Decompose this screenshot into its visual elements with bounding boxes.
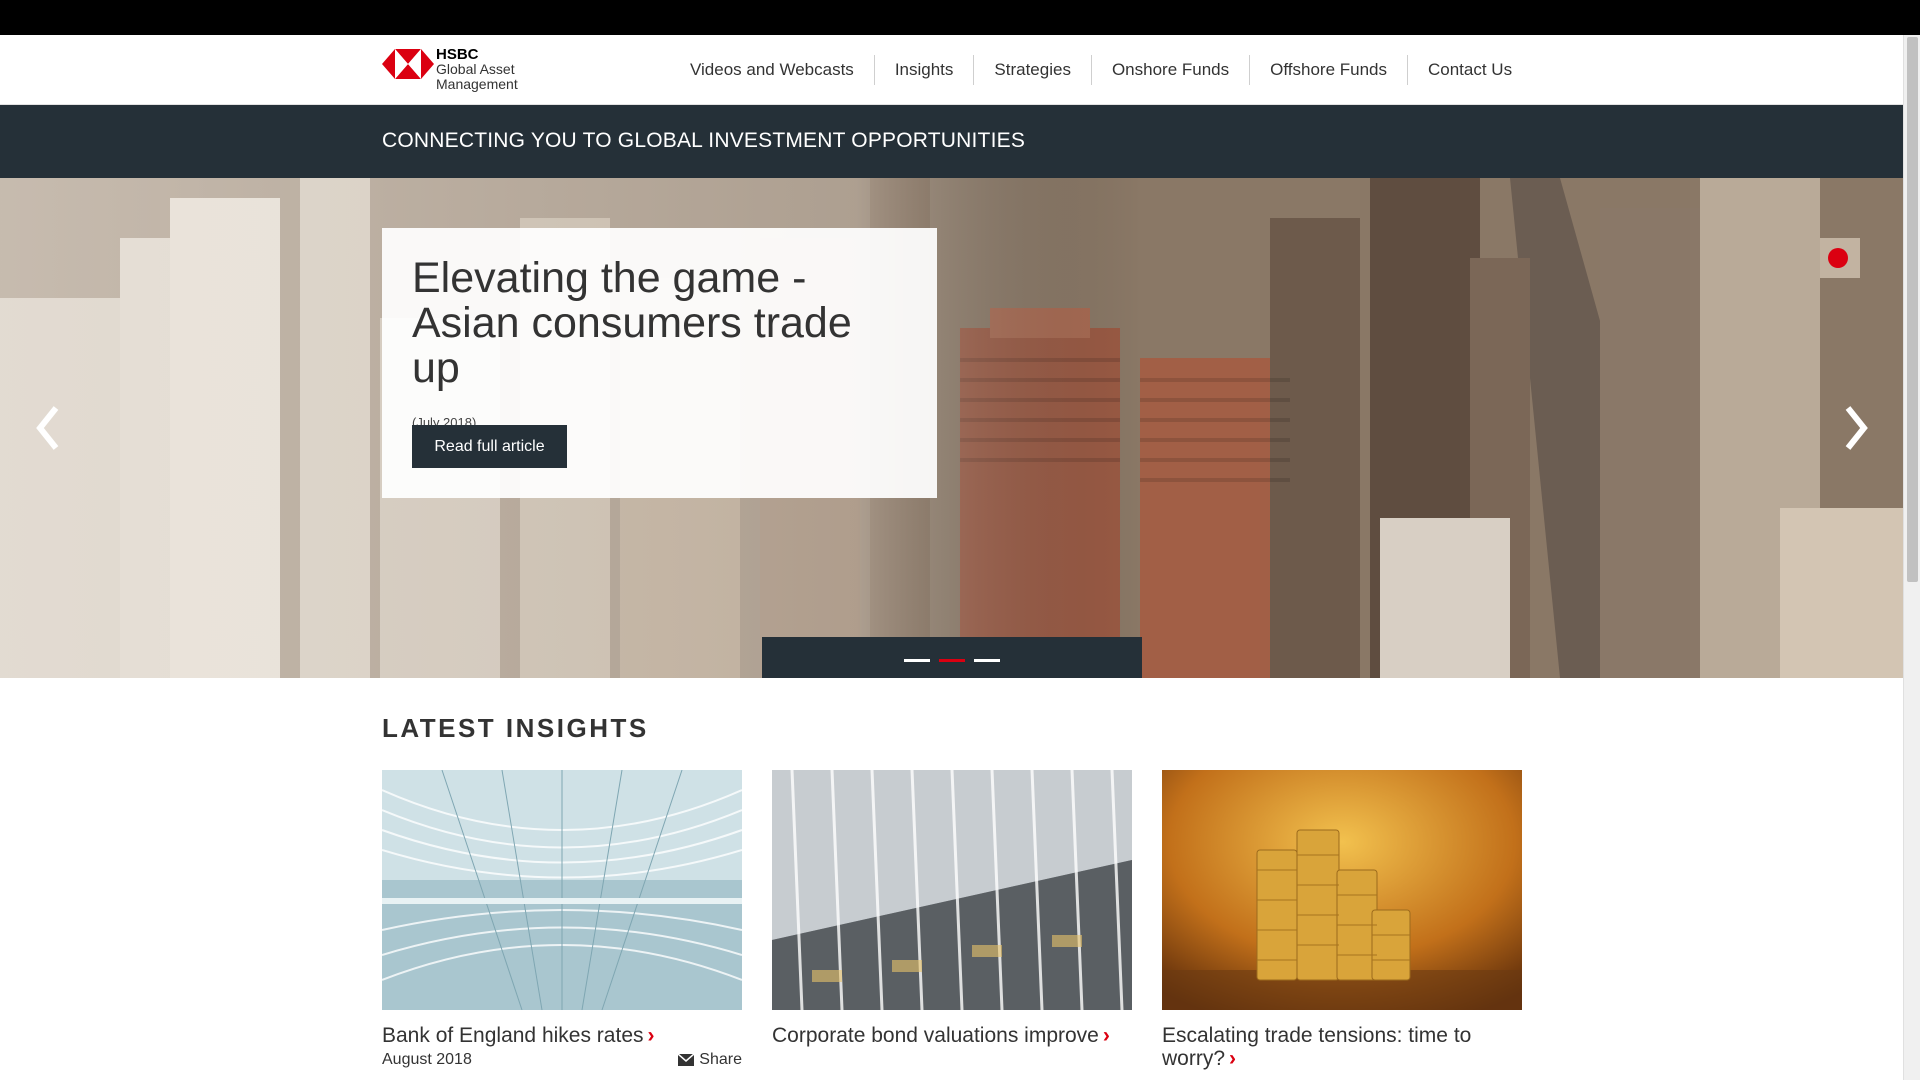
- hero-title: Elevating the game - Asian consumers tra…: [412, 254, 852, 392]
- chevron-right-icon[interactable]: [1836, 400, 1876, 456]
- nav-insights[interactable]: Insights: [875, 55, 975, 85]
- insight-card-image[interactable]: [772, 770, 1132, 1010]
- glass-building-image: [772, 770, 1132, 1010]
- nav-videos-webcasts[interactable]: Videos and Webcasts: [670, 55, 875, 85]
- envelope-icon: [678, 1054, 695, 1066]
- logo-brand: HSBC: [436, 46, 479, 63]
- logo-text: HSBC Global Asset Management: [436, 47, 518, 92]
- carousel-dot-3[interactable]: [974, 659, 1000, 662]
- insight-card-title-text[interactable]: Bank of England hikes rates: [382, 1024, 644, 1047]
- site-header: HSBC Global Asset Management Videos and …: [0, 35, 1903, 105]
- insight-card-image[interactable]: [382, 770, 742, 1010]
- insight-card-image[interactable]: [1162, 770, 1522, 1010]
- insight-card-1[interactable]: Bank of England hikes rates › August 2018…: [382, 770, 742, 1069]
- hero-carousel: Elevating the game - Asian consumers tra…: [0, 178, 1903, 678]
- page-scrollbar[interactable]: [1903, 35, 1920, 1080]
- tagline-text: CONNECTING YOU TO GLOBAL INVESTMENT OPPO…: [382, 129, 1026, 152]
- browser-top-strip: [0, 0, 1920, 35]
- carousel-indicators: [762, 637, 1142, 678]
- share-label[interactable]: Share: [699, 1051, 742, 1069]
- airport-terminal-image: [382, 770, 742, 1010]
- insight-card-title[interactable]: Escalating trade tensions: time to worry…: [1162, 1024, 1522, 1070]
- hero-card: Elevating the game - Asian consumers tra…: [382, 228, 937, 498]
- gold-coins-image: [1162, 770, 1522, 1010]
- nav-contact-us[interactable]: Contact Us: [1408, 55, 1532, 85]
- read-full-article-button[interactable]: Read full article: [412, 425, 567, 468]
- carousel-dot-2[interactable]: [939, 659, 965, 662]
- insight-card-date: August 2018: [382, 1051, 472, 1068]
- insight-card-title[interactable]: Bank of England hikes rates ›: [382, 1024, 742, 1047]
- hsbc-logo-link[interactable]: HSBC Global Asset Management: [382, 47, 532, 95]
- insight-card-meta: August 2018 Share: [382, 1051, 742, 1069]
- chevron-right-icon: ›: [647, 1024, 655, 1047]
- insight-card-3[interactable]: Escalating trade tensions: time to worry…: [1162, 770, 1522, 1070]
- insight-card-title[interactable]: Corporate bond valuations improve ›: [772, 1024, 1132, 1047]
- hero-cityscape-image: [0, 178, 1903, 678]
- tagline-bar: CONNECTING YOU TO GLOBAL INVESTMENT OPPO…: [0, 105, 1903, 178]
- insight-card-2[interactable]: Corporate bond valuations improve ›: [772, 770, 1132, 1047]
- latest-insights-heading: LATEST INSIGHTS: [382, 713, 649, 743]
- logo-line2: Management: [436, 76, 518, 92]
- insight-card-title-text[interactable]: Corporate bond valuations improve: [772, 1024, 1099, 1047]
- main-nav: Videos and Webcasts Insights Strategies …: [670, 52, 1532, 88]
- carousel-dot-1[interactable]: [904, 659, 930, 662]
- nav-onshore-funds[interactable]: Onshore Funds: [1092, 55, 1251, 85]
- scrollbar-thumb[interactable]: [1907, 37, 1918, 582]
- share-button[interactable]: Share: [678, 1051, 742, 1069]
- chevron-right-icon: ›: [1102, 1024, 1110, 1047]
- hsbc-hexagon-logo-icon: [382, 49, 434, 79]
- insight-card-title-text[interactable]: Escalating trade tensions: time to worry…: [1162, 1024, 1471, 1070]
- nav-offshore-funds[interactable]: Offshore Funds: [1250, 55, 1408, 85]
- logo-line1: Global Asset: [436, 61, 515, 77]
- page: HSBC Global Asset Management Videos and …: [0, 0, 1920, 1080]
- chevron-right-icon: ›: [1229, 1047, 1237, 1070]
- nav-strategies[interactable]: Strategies: [974, 55, 1092, 85]
- chevron-left-icon[interactable]: [28, 400, 68, 456]
